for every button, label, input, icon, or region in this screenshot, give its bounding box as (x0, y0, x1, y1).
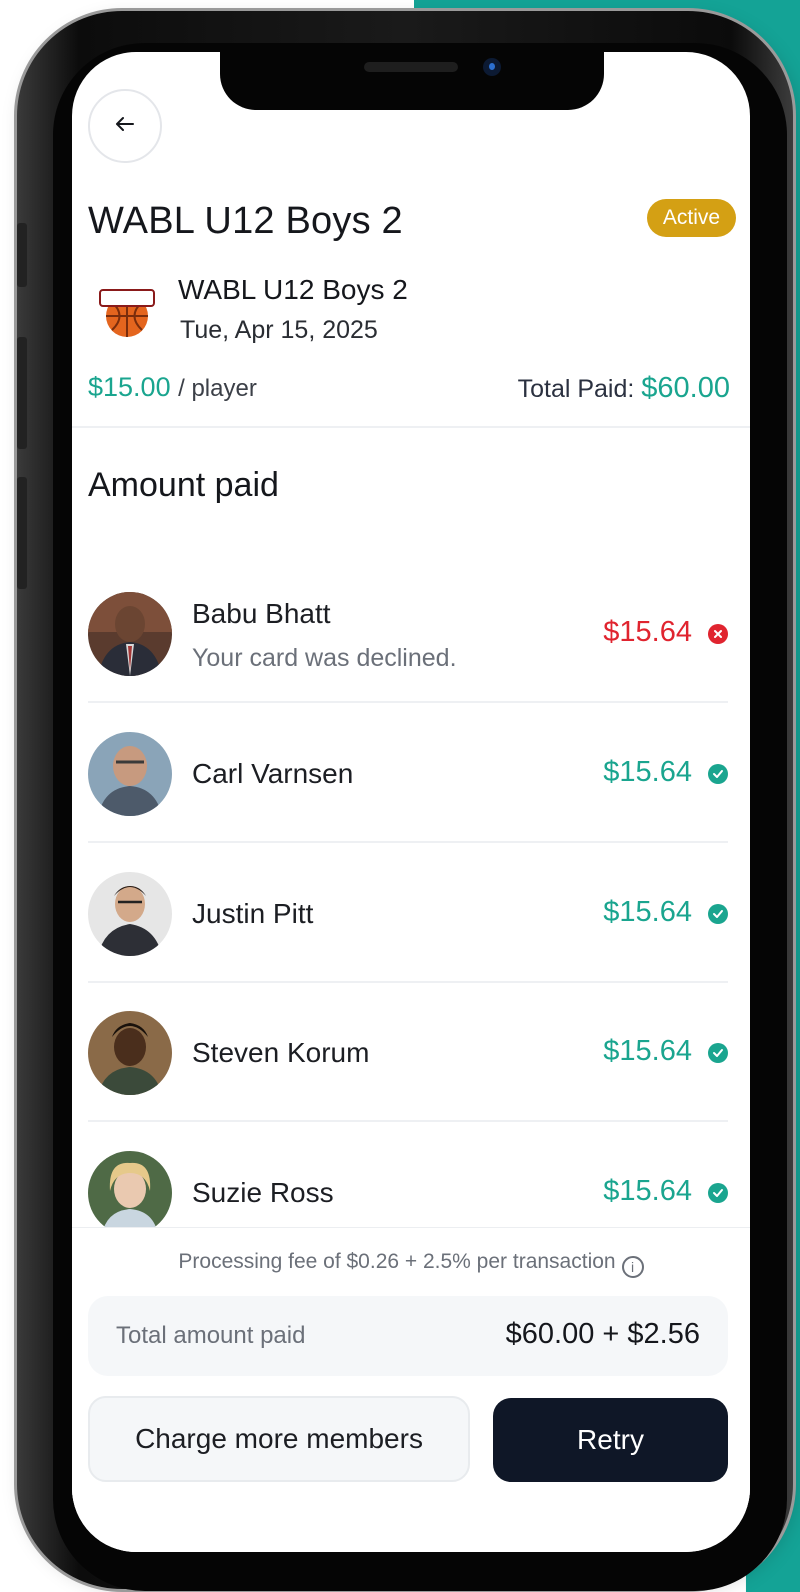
total-amount-label: Total amount paid (116, 1322, 306, 1349)
processing-fee-text: Processing fee of $0.26 + 2.5% per trans… (178, 1250, 616, 1273)
phone-volume-down-button (17, 477, 27, 589)
game-date: Tue, Apr 15, 2025 (180, 316, 378, 344)
charge-more-members-button[interactable]: Charge more members (88, 1396, 470, 1482)
member-error-message: Your card was declined. (192, 644, 457, 672)
arrow-left-icon (115, 116, 135, 137)
member-name: Carl Varnsen (192, 758, 354, 789)
total-paid: Total Paid: $60.00 (518, 372, 730, 405)
check-circle-icon (708, 764, 728, 784)
member-row[interactable]: Carl Varnsen $15.64 (88, 732, 728, 816)
phone-notch (220, 52, 604, 110)
member-row[interactable]: Babu Bhatt Your card was declined. $15.6… (88, 592, 728, 676)
total-amount-value: $60.00 + $2.56 (505, 1318, 700, 1350)
retry-button[interactable]: Retry (493, 1398, 728, 1482)
avatar (88, 1151, 172, 1235)
avatar (88, 592, 172, 676)
total-paid-label: Total Paid: (517, 375, 635, 403)
app-screen: WABL U12 Boys 2 Active WABL U12 Boys 2 T… (72, 52, 750, 1552)
member-name: Suzie Ross (192, 1177, 334, 1208)
phone-side-button (17, 223, 27, 287)
check-circle-icon (708, 1183, 728, 1203)
speaker-grille (364, 62, 458, 72)
price-per-player: $15.00 / player (88, 372, 257, 403)
member-amount: $15.64 (603, 896, 692, 928)
member-amount: $15.64 (603, 756, 692, 788)
member-amount: $15.64 (603, 616, 692, 648)
camera-icon (483, 58, 501, 76)
row-divider (88, 1120, 728, 1122)
section-title: Amount paid (88, 466, 279, 504)
member-row[interactable]: Justin Pitt $15.64 (88, 872, 728, 956)
total-amount-box: Total amount paid $60.00 + $2.56 (88, 1296, 728, 1376)
avatar (88, 732, 172, 816)
team-name: WABL U12 Boys 2 (178, 274, 408, 305)
team-logo (98, 280, 156, 340)
member-row[interactable]: Steven Korum $15.64 (88, 1011, 728, 1095)
row-divider (88, 981, 728, 983)
member-name: Steven Korum (192, 1037, 370, 1068)
member-name: Babu Bhatt (192, 598, 331, 629)
price-summary: $15.00 / player Total Paid: $60.00 (88, 372, 730, 412)
member-amount: $15.64 (603, 1175, 692, 1207)
processing-fee-note: Processing fee of $0.26 + 2.5% per trans… (72, 1250, 750, 1278)
price-amount: $15.00 (88, 372, 171, 402)
x-circle-icon (708, 624, 728, 644)
back-button[interactable] (88, 89, 162, 163)
section-divider (72, 426, 750, 428)
check-circle-icon (708, 1043, 728, 1063)
avatar (88, 872, 172, 956)
row-divider (88, 841, 728, 843)
avatar (88, 1011, 172, 1095)
member-name: Justin Pitt (192, 898, 314, 929)
member-row[interactable]: Suzie Ross $15.64 (88, 1151, 728, 1235)
total-paid-value: $60.00 (641, 372, 730, 404)
status-badge: Active (647, 199, 736, 237)
row-divider (88, 701, 728, 703)
payment-footer: Processing fee of $0.26 + 2.5% per trans… (72, 1228, 750, 1552)
member-amount: $15.64 (603, 1035, 692, 1067)
info-icon[interactable]: i (621, 1256, 644, 1278)
phone-volume-up-button (17, 337, 27, 449)
page-title: WABL U12 Boys 2 (88, 200, 403, 242)
price-unit: / player (178, 375, 257, 402)
check-circle-icon (708, 904, 728, 924)
